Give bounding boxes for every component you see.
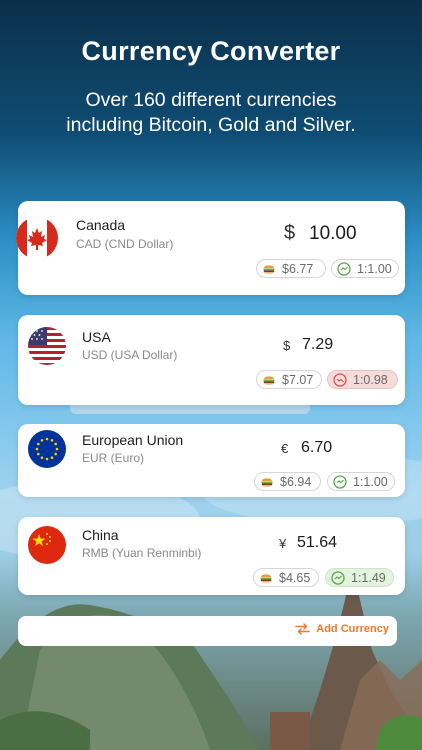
swap-arrows-icon [295,623,310,635]
china-flag-icon [28,526,66,564]
currency-code: EUR (Euro) [82,451,145,465]
eu-flag-icon [28,430,66,468]
burger-icon [260,573,272,583]
burger-price-pill: $4.65 [253,568,319,587]
add-currency-label: Add Currency [316,623,389,635]
rate-trend-icon [331,570,345,585]
currency-card-eu[interactable]: European Union EUR (Euro) € 6.70 $6.94 1… [18,424,405,497]
canada-flag-icon [16,217,58,259]
currency-symbol: $ [283,338,291,353]
currency-card-usa[interactable]: USA USD (USA Dollar) $ 7.29 $7.07 1:0.98 [18,315,405,405]
rate-pill: 1:1.00 [327,472,395,491]
burger-icon [263,375,275,385]
currency-amount[interactable]: 10.00 [309,223,357,245]
subtitle-line-1: Over 160 different currencies [85,89,337,111]
rate-value: 1:1.49 [351,570,386,585]
rate-pill: 1:1.49 [325,568,394,587]
currency-symbol: ¥ [279,536,287,551]
usa-flag-icon [28,327,66,365]
burger-price: $4.65 [279,570,311,585]
burger-price: $6.94 [280,474,312,489]
add-currency-button[interactable]: Add Currency [295,623,389,635]
currency-amount[interactable]: 51.64 [297,534,337,552]
currency-code: CAD (CND Dollar) [76,237,174,251]
burger-icon [261,477,273,487]
currency-name: European Union [82,432,184,448]
rate-trend-icon [333,372,347,387]
rate-pill: 1:1.00 [331,259,399,278]
rate-trend-icon [337,261,351,276]
header: Currency Converter Over 160 different cu… [0,36,422,138]
burger-price: $7.07 [282,372,314,387]
add-currency-bar: Add Currency [18,616,397,646]
page-title: Currency Converter [81,36,341,66]
currency-amount[interactable]: 6.70 [301,439,332,457]
currency-amount[interactable]: 7.29 [302,336,333,354]
currency-code: USD (USA Dollar) [82,348,178,362]
rate-value: 1:1.00 [353,474,388,489]
currency-symbol: € [281,441,289,456]
currency-card-canada[interactable]: Canada CAD (CND Dollar) $ 10.00 $6.77 1:… [16,201,405,295]
burger-price-pill: $6.77 [256,259,326,278]
burger-icon [263,264,275,274]
currency-name: USA [82,329,111,345]
rate-trend-icon [333,474,347,489]
subtitle-line-2: including Bitcoin, Gold and Silver. [66,114,356,136]
rate-value: 1:1.00 [357,261,392,276]
rate-value: 1:0.98 [353,372,388,387]
currency-name: Canada [76,217,126,233]
currency-symbol: $ [284,222,296,244]
currency-card-china[interactable]: China RMB (Yuan Renminbi) ¥ 51.64 $4.65 … [18,517,405,595]
burger-price-pill: $7.07 [256,370,322,389]
burger-price: $6.77 [282,261,314,276]
currency-name: China [82,527,119,543]
currency-code: RMB (Yuan Renminbi) [82,546,202,560]
rate-pill: 1:0.98 [327,370,398,389]
page-subtitle: Over 160 different currencies including … [0,88,422,138]
burger-price-pill: $6.94 [254,472,321,491]
